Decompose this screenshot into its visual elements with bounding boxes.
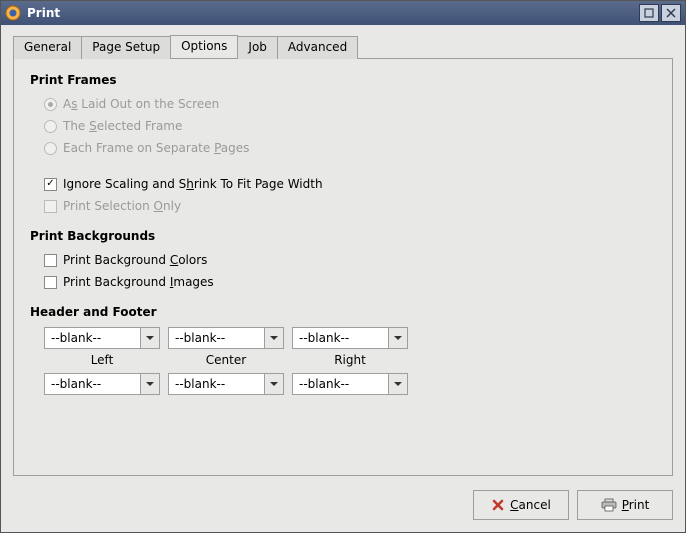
close-button[interactable] — [661, 4, 681, 22]
checkbox-icon — [44, 254, 57, 267]
section-header-footer: Header and Footer — [30, 305, 656, 319]
chevron-down-icon — [388, 374, 407, 394]
checkbox-bg-colors[interactable]: Print Background Colors — [44, 251, 656, 269]
dropdown-value: --blank-- — [45, 377, 140, 391]
section-print-frames: Print Frames — [30, 73, 656, 87]
dropdown-value: --blank-- — [169, 377, 264, 391]
dropdown-value: --blank-- — [45, 331, 140, 345]
checkbox-label: Print Background Colors — [63, 251, 207, 269]
tab-options[interactable]: Options — [170, 35, 238, 58]
footer-right-dropdown[interactable]: --blank-- — [292, 373, 408, 395]
tab-page-setup[interactable]: Page Setup — [81, 36, 171, 59]
col-label-center: Center — [168, 351, 284, 367]
col-label-right: Right — [292, 351, 408, 367]
radio-label: As Laid Out on the Screen — [63, 95, 219, 113]
chevron-down-icon — [264, 328, 283, 348]
tab-general[interactable]: General — [13, 36, 82, 59]
footer-left-dropdown[interactable]: --blank-- — [44, 373, 160, 395]
button-label: Print — [622, 498, 650, 512]
radio-icon — [44, 98, 57, 111]
footer-dropdown-row: --blank-- --blank-- --blank-- — [44, 373, 656, 395]
radio-separate-pages: Each Frame on Separate Pages — [44, 139, 656, 157]
footer-center-dropdown[interactable]: --blank-- — [168, 373, 284, 395]
tab-bar: General Page Setup Options Job Advanced — [13, 35, 673, 58]
column-labels: Left Center Right — [44, 351, 656, 367]
print-button[interactable]: Print — [577, 490, 673, 520]
header-dropdown-row: --blank-- --blank-- --blank-- — [44, 327, 656, 349]
radio-as-laid-out: As Laid Out on the Screen — [44, 95, 656, 113]
checkbox-ignore-scaling[interactable]: ✓ Ignore Scaling and Shrink To Fit Page … — [44, 175, 656, 193]
checkbox-selection-only: Print Selection Only — [44, 197, 656, 215]
window-title: Print — [27, 6, 637, 20]
checkbox-icon — [44, 200, 57, 213]
button-label: Cancel — [510, 498, 551, 512]
header-center-dropdown[interactable]: --blank-- — [168, 327, 284, 349]
checkbox-icon — [44, 276, 57, 289]
options-panel: Print Frames As Laid Out on the Screen T… — [13, 58, 673, 476]
radio-icon — [44, 120, 57, 133]
checkbox-label: Ignore Scaling and Shrink To Fit Page Wi… — [63, 175, 323, 193]
dropdown-value: --blank-- — [293, 377, 388, 391]
tab-advanced[interactable]: Advanced — [277, 36, 358, 59]
radio-icon — [44, 142, 57, 155]
checkbox-label: Print Selection Only — [63, 197, 181, 215]
chevron-down-icon — [140, 374, 159, 394]
print-dialog: Print General Page Setup Options Job Adv… — [0, 0, 686, 533]
dropdown-value: --blank-- — [293, 331, 388, 345]
section-print-backgrounds: Print Backgrounds — [30, 229, 656, 243]
chevron-down-icon — [264, 374, 283, 394]
header-right-dropdown[interactable]: --blank-- — [292, 327, 408, 349]
radio-label: Each Frame on Separate Pages — [63, 139, 249, 157]
radio-selected-frame: The Selected Frame — [44, 117, 656, 135]
radio-label: The Selected Frame — [63, 117, 182, 135]
header-left-dropdown[interactable]: --blank-- — [44, 327, 160, 349]
app-icon — [5, 5, 21, 21]
checkbox-icon: ✓ — [44, 178, 57, 191]
checkbox-label: Print Background Images — [63, 273, 214, 291]
dropdown-value: --blank-- — [169, 331, 264, 345]
col-label-left: Left — [44, 351, 160, 367]
cancel-button[interactable]: Cancel — [473, 490, 569, 520]
checkbox-bg-images[interactable]: Print Background Images — [44, 273, 656, 291]
titlebar: Print — [1, 1, 685, 25]
cancel-icon — [491, 498, 505, 512]
tab-job[interactable]: Job — [237, 36, 278, 59]
chevron-down-icon — [388, 328, 407, 348]
dialog-footer: Cancel Print — [1, 486, 685, 532]
minimize-button[interactable] — [639, 4, 659, 22]
printer-icon — [601, 498, 617, 512]
content-area: General Page Setup Options Job Advanced … — [1, 25, 685, 486]
chevron-down-icon — [140, 328, 159, 348]
